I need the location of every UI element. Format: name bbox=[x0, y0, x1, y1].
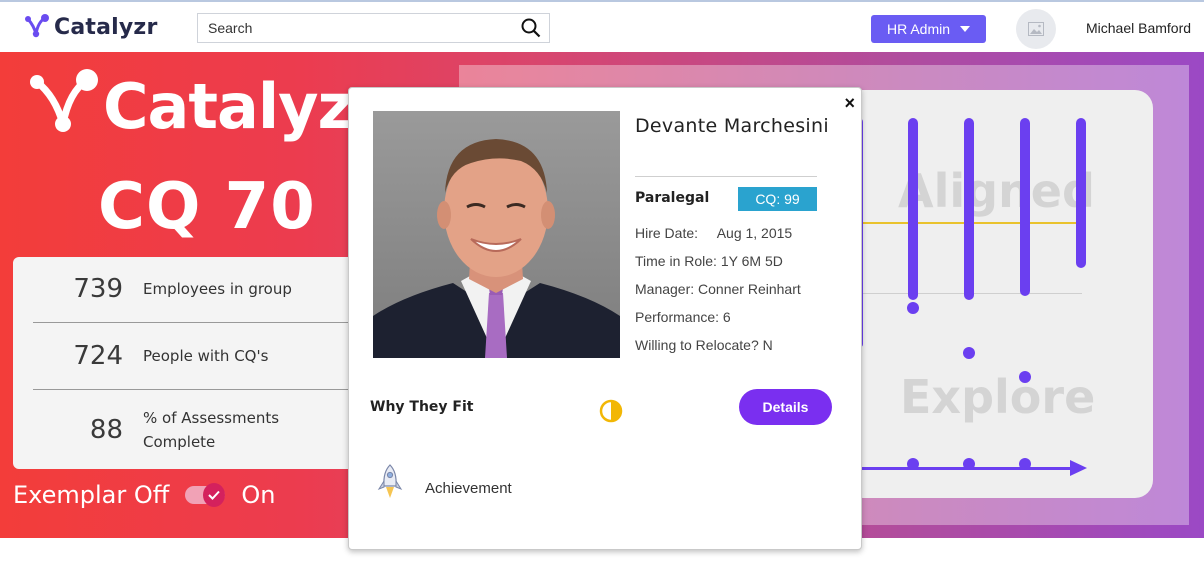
chart-point[interactable] bbox=[907, 302, 919, 314]
divider bbox=[635, 176, 817, 177]
user-name[interactable]: Michael Bamford bbox=[1086, 20, 1191, 36]
quadrant-label-explore: Explore bbox=[900, 370, 1096, 424]
half-circle-icon bbox=[599, 399, 623, 423]
avatar[interactable] bbox=[1016, 9, 1056, 49]
top-navbar: Catalyzr HR Admin Michael Bamford bbox=[0, 0, 1204, 52]
stat-label: People with CQ's bbox=[143, 347, 269, 365]
search-box bbox=[197, 13, 550, 43]
chart-bar[interactable] bbox=[1020, 118, 1030, 296]
stat-row: 739 Employees in group bbox=[33, 273, 373, 305]
hero-logo: Catalyzr bbox=[25, 66, 383, 146]
employee-title: Paralegal bbox=[635, 190, 710, 206]
search-input[interactable] bbox=[198, 14, 498, 42]
manager: Manager: Conner Reinhart bbox=[635, 281, 801, 297]
exemplar-on-label: On bbox=[241, 481, 276, 509]
employee-photo bbox=[373, 111, 620, 358]
arrow-head-icon bbox=[1070, 460, 1087, 476]
brand-logo[interactable]: Catalyzr bbox=[22, 12, 158, 42]
catalyzr-logo-icon bbox=[25, 14, 49, 38]
image-placeholder-icon bbox=[1028, 22, 1044, 36]
quadrant-label-aligned: Aligned bbox=[898, 164, 1095, 218]
chart-point[interactable] bbox=[1019, 371, 1031, 383]
details-button[interactable]: Details bbox=[739, 389, 832, 425]
stat-row: 88 % of Assessments Complete bbox=[33, 405, 373, 455]
stats-panel: 739 Employees in group 724 People with C… bbox=[13, 257, 373, 469]
chart-bar[interactable] bbox=[1076, 118, 1086, 268]
stat-value: 88 bbox=[89, 415, 123, 445]
caret-down-icon bbox=[960, 26, 971, 32]
stat-label: % of Assessments Complete bbox=[143, 409, 280, 451]
stat-value: 739 bbox=[73, 274, 123, 304]
divider bbox=[33, 389, 373, 390]
chart-bar[interactable] bbox=[964, 118, 974, 300]
role-dropdown-label: HR Admin bbox=[886, 21, 951, 37]
axis-arrow bbox=[860, 467, 1072, 470]
check-icon bbox=[203, 483, 226, 507]
why-they-fit-label: Why They Fit bbox=[370, 399, 474, 415]
divider bbox=[33, 322, 373, 323]
hire-date: Hire Date: Aug 1, 2015 bbox=[635, 225, 793, 241]
close-icon[interactable]: × bbox=[844, 92, 855, 114]
exemplar-off-label: Exemplar Off bbox=[13, 481, 170, 509]
fit-item-achievement: Achievement bbox=[425, 480, 512, 497]
exemplar-toggle[interactable] bbox=[185, 483, 226, 507]
chart-bar[interactable] bbox=[908, 118, 918, 300]
willing-to-relocate: Willing to Relocate? N bbox=[635, 337, 773, 353]
time-in-role: Time in Role: 1Y 6M 5D bbox=[635, 253, 783, 269]
search-icon[interactable] bbox=[521, 18, 541, 38]
employee-name: Devante Marchesini bbox=[635, 115, 829, 137]
catalyzr-logo-icon bbox=[30, 69, 98, 132]
group-cq-score: CQ 70 bbox=[98, 170, 316, 244]
performance: Performance: 6 bbox=[635, 309, 731, 325]
quadrant-card bbox=[845, 90, 1153, 498]
hero-brand-name: Catalyzr bbox=[103, 69, 383, 143]
chart-point[interactable] bbox=[963, 347, 975, 359]
cq-badge: CQ: 99 bbox=[738, 187, 817, 211]
exemplar-toggle-row: Exemplar Off On bbox=[13, 481, 275, 509]
stat-label: Employees in group bbox=[143, 280, 292, 298]
brand-name: Catalyzr bbox=[54, 14, 158, 40]
rocket-icon bbox=[377, 464, 403, 498]
stat-value: 724 bbox=[73, 341, 123, 371]
employee-profile-modal: × Devante Marchesini Paralegal CQ: 99 Hi… bbox=[348, 87, 862, 550]
stat-row: 724 People with CQ's bbox=[33, 340, 373, 372]
role-dropdown[interactable]: HR Admin bbox=[871, 15, 986, 43]
